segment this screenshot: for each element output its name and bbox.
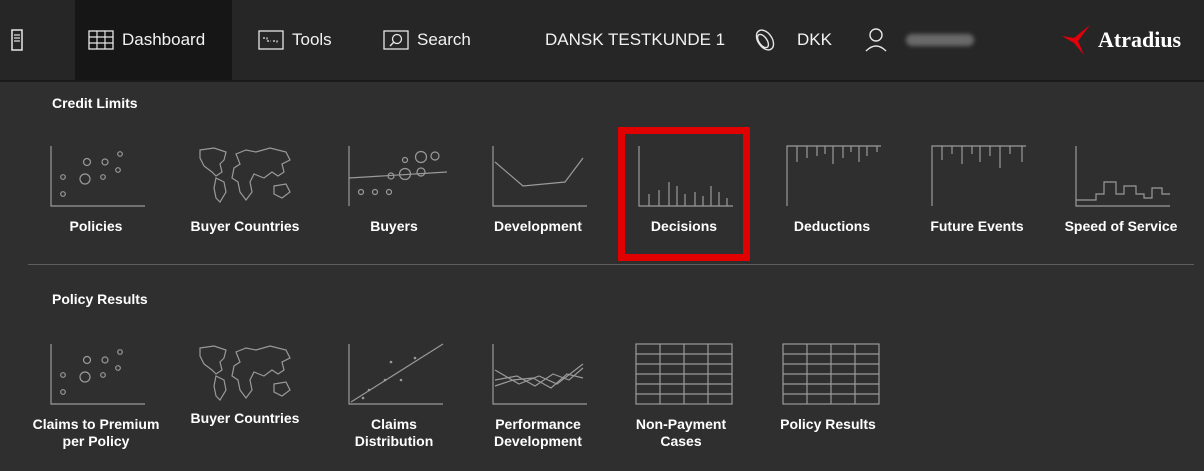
tile-label: Policies [69,218,123,234]
tile-label: Claims Distribution [324,416,464,450]
tile-claims-to-premium-per-policy[interactable]: Claims to Premium per Policy [33,340,159,460]
scatter-trend-icon [348,343,444,405]
user-menu[interactable] [864,0,888,80]
tile-label-line2: Development [494,433,582,449]
tile-future-events[interactable]: Future Events [917,142,1037,262]
nav-tools-label: Tools [292,30,332,49]
currency-selector[interactable]: DKK [797,0,832,80]
tile-label-line1: Buyer Countries [190,410,300,426]
world-map-icon [199,147,291,203]
bar-chart-icon [638,146,733,207]
logo-text: Atradius [1098,27,1182,52]
grid-icon [88,30,114,50]
tile-label: Future Events [930,218,1024,234]
tile-label: Buyer Countries [190,218,300,234]
tile-label: Buyers [370,218,418,234]
top-bar: Dashboard Tools Search DANSK TESTKUNDE 1… [0,0,1204,82]
customer-name[interactable]: DANSK TESTKUNDE 1 [545,0,725,80]
tile-claims-distribution[interactable]: Claims Distribution [334,340,454,460]
tile-label-line1: Performance [495,416,581,432]
tile-policies[interactable]: Policies [36,142,156,262]
nav-dashboard-label: Dashboard [122,30,206,49]
network-icon [348,146,448,206]
tile-label: Performance Development [468,416,608,450]
tile-label-line1: Claims to Premium [32,416,160,432]
tile-label-line2: per Policy [62,433,130,449]
section-title-credit-limits: Credit Limits [52,95,138,111]
tile-label: Decisions [650,218,718,234]
tile-label-line1: Non-Payment [635,416,727,432]
section-divider [28,264,1194,265]
tile-label: Claims to Premium per Policy [26,416,166,450]
tile-label: Speed of Service [1064,218,1178,234]
search-icon [383,30,409,50]
user-name-redacted[interactable] [906,34,974,46]
nav-search[interactable]: Search [383,0,471,80]
line-chart-icon [492,146,587,207]
tile-label-line2: Cases [660,433,702,449]
world-map-icon [199,345,291,401]
tile-label: Development [494,218,582,234]
tile-policy-buyer-countries[interactable]: Buyer Countries [185,340,305,460]
table-icon [782,343,880,405]
table-icon [635,343,733,405]
coins-icon [755,29,775,51]
tile-label-line1: Claims [371,416,417,432]
tile-buyers[interactable]: Buyers [334,142,454,262]
atradius-logo-mark-icon [1062,25,1090,55]
inverted-bar-chart-icon [786,145,881,206]
atradius-logo[interactable]: Atradius [1062,0,1181,80]
tile-label-line2: Distribution [354,433,434,449]
tile-label-line1: Policy Results [780,416,876,432]
tile-speed-of-service[interactable]: Speed of Service [1061,142,1181,262]
timeline-bar-icon [931,145,1026,206]
tile-label: Policy Results [758,416,898,433]
bubble-chart-icon [50,344,145,405]
tile-policy-results[interactable]: Policy Results [768,340,888,460]
user-icon [865,28,887,52]
tile-deductions[interactable]: Deductions [772,142,892,262]
tile-decisions[interactable]: Decisions [624,142,744,262]
nav-dashboard[interactable]: Dashboard [75,0,232,80]
menu-button[interactable] [0,0,34,80]
tile-buyer-countries[interactable]: Buyer Countries [185,142,305,262]
tools-icon [258,30,284,50]
tile-label: Buyer Countries [175,410,315,427]
currency-icon-wrap[interactable] [753,0,777,80]
tile-label: Non-Payment Cases [611,416,751,450]
section-title-policy-results: Policy Results [52,291,148,307]
tile-performance-development[interactable]: Performance Development [478,340,598,460]
tile-label: Deductions [793,218,871,234]
bubble-chart-icon [50,146,145,207]
multi-line-chart-icon [492,344,587,405]
document-menu-icon [11,29,23,51]
nav-tools[interactable]: Tools [258,0,332,80]
tile-non-payment-cases[interactable]: Non-Payment Cases [621,340,741,460]
nav-search-label: Search [417,30,471,49]
step-chart-icon [1075,146,1170,207]
tile-development[interactable]: Development [478,142,598,262]
